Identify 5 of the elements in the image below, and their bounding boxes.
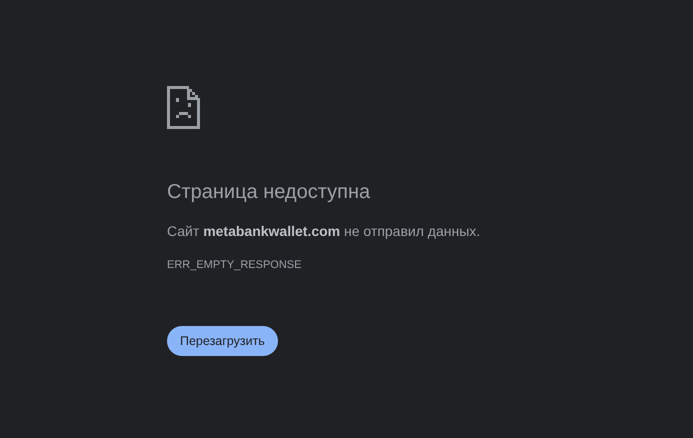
reload-button[interactable]: Перезагрузить: [167, 326, 278, 356]
error-code: ERR_EMPTY_RESPONSE: [167, 258, 302, 272]
sad-page-icon: [167, 86, 200, 129]
page-title: Страница недоступна: [167, 180, 370, 205]
error-message: Сайт metabankwallet.com не отправил данных.: [167, 222, 480, 240]
